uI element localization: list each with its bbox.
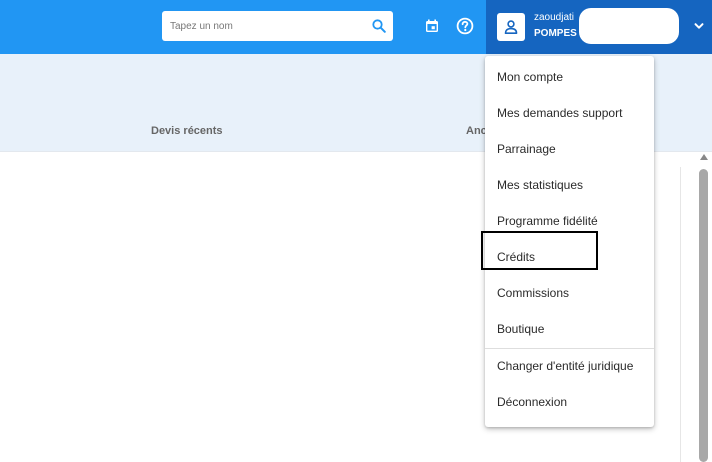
search-box (162, 11, 393, 41)
scroll-thumb[interactable] (699, 169, 708, 462)
menu-item-programme-fidelite[interactable]: Programme fidélité (485, 203, 654, 239)
redacted-area (579, 8, 679, 44)
user-dropdown-menu: Mon compte Mes demandes support Parraina… (485, 56, 654, 427)
user-company: POMPES (534, 28, 577, 39)
scroll-up-arrow[interactable] (700, 154, 708, 160)
menu-item-deconnexion[interactable]: Déconnexion (485, 384, 654, 420)
menu-item-demandes-support[interactable]: Mes demandes support (485, 95, 654, 131)
menu-item-boutique[interactable]: Boutique (485, 311, 654, 347)
user-icon (504, 20, 518, 34)
avatar (497, 13, 525, 41)
help-button[interactable] (454, 15, 476, 37)
tab-partial[interactable]: Anc (466, 125, 487, 137)
menu-item-statistiques[interactable]: Mes statistiques (485, 167, 654, 203)
search-icon (371, 19, 386, 33)
menu-item-commissions[interactable]: Commissions (485, 275, 654, 311)
chevron-down-icon (694, 23, 704, 29)
calendar-button[interactable] (421, 15, 443, 37)
menu-item-mon-compte[interactable]: Mon compte (485, 59, 654, 95)
top-bar: zaoudjati POMPES (0, 0, 712, 54)
search-input[interactable] (162, 11, 364, 41)
content-divider (680, 167, 681, 462)
tab-devis-recents[interactable]: Devis récents (151, 125, 223, 137)
menu-item-changer-entite[interactable]: Changer d'entité juridique (485, 348, 654, 384)
user-menu-toggle[interactable]: zaoudjati POMPES (486, 0, 712, 54)
user-name: zaoudjati (534, 12, 575, 23)
menu-item-parrainage[interactable]: Parrainage (485, 131, 654, 167)
help-icon (456, 17, 474, 35)
calendar-icon (426, 19, 438, 32)
menu-item-credits[interactable]: Crédits (485, 239, 654, 275)
scrollbar[interactable] (697, 152, 712, 462)
search-button[interactable] (364, 11, 393, 41)
